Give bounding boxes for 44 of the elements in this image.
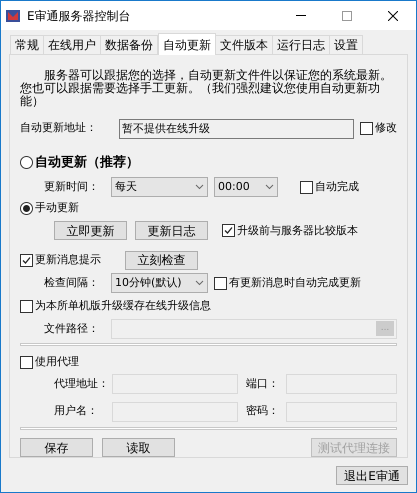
checkbox[interactable]: 为本所单机版升级缓存在线升级信息: [20, 298, 397, 314]
frequency-dropdown[interactable]: 每天: [111, 177, 208, 198]
url-field[interactable]: 暂不提供在线升级: [118, 118, 354, 139]
button[interactable]: 读取: [102, 438, 175, 458]
tab[interactable]: 设置: [329, 35, 363, 54]
check-icon: [21, 254, 32, 266]
interval-dropdown[interactable]: 10分钟(默认): [111, 273, 208, 294]
radio-button[interactable]: 手动更新: [20, 200, 397, 216]
chevron-down-icon: [195, 280, 204, 286]
exit-button[interactable]: 退出E审通: [336, 466, 408, 485]
maximize-icon: [342, 10, 352, 20]
field-label: 自动更新地址：: [20, 120, 98, 136]
window-title: E审通服务器控制台: [27, 8, 131, 24]
checkbox[interactable]: 升级前与服务器比较版本: [222, 222, 358, 240]
field-label: 检查间隔：: [44, 274, 100, 291]
button[interactable]: 保存: [20, 438, 93, 458]
chevron-down-icon: [265, 184, 274, 190]
field-label: 代理地址：: [54, 376, 110, 392]
tab[interactable]: 运行日志: [272, 35, 330, 54]
tab[interactable]: 自动更新: [158, 33, 216, 55]
tab[interactable]: 文件版本: [215, 35, 273, 54]
intro-text: 服务器可以跟据您的选择，自动更新文件件以保证您的系统最新。您也可以跟据需要选择手工更新。（我们强烈建议您使用自动更新功能）: [20, 69, 393, 108]
tab[interactable]: 常规: [10, 35, 44, 54]
checkbox[interactable]: 更新消息提示: [20, 252, 125, 268]
checkbox[interactable]: 自动完成: [300, 178, 359, 196]
chevron-down-icon: [195, 184, 204, 190]
checkbox[interactable]: 修改: [360, 120, 397, 137]
checkbox[interactable]: 使用代理: [20, 354, 397, 371]
app-icon: [5, 8, 21, 24]
button[interactable]: 立刻检查: [125, 250, 198, 270]
field-label: 用户名：: [54, 403, 99, 420]
field-label: 端口：: [246, 376, 280, 392]
tab[interactable]: 数据备份: [100, 35, 158, 54]
button[interactable]: 立即更新: [54, 221, 127, 240]
checkbox[interactable]: 有更新消息时自动完成更新: [214, 274, 361, 292]
time-dropdown[interactable]: 00:00: [214, 177, 278, 198]
radio-button[interactable]: 自动更新（推荐）: [20, 153, 397, 173]
field-label: 文件路径：: [44, 320, 100, 337]
button[interactable]: 更新日志: [135, 221, 208, 240]
field-label: 更新时间：: [44, 178, 100, 195]
field-label: 密码：: [246, 403, 280, 420]
check-icon: [223, 225, 234, 236]
close-icon: [388, 10, 398, 20]
minimize-icon: [296, 15, 306, 16]
